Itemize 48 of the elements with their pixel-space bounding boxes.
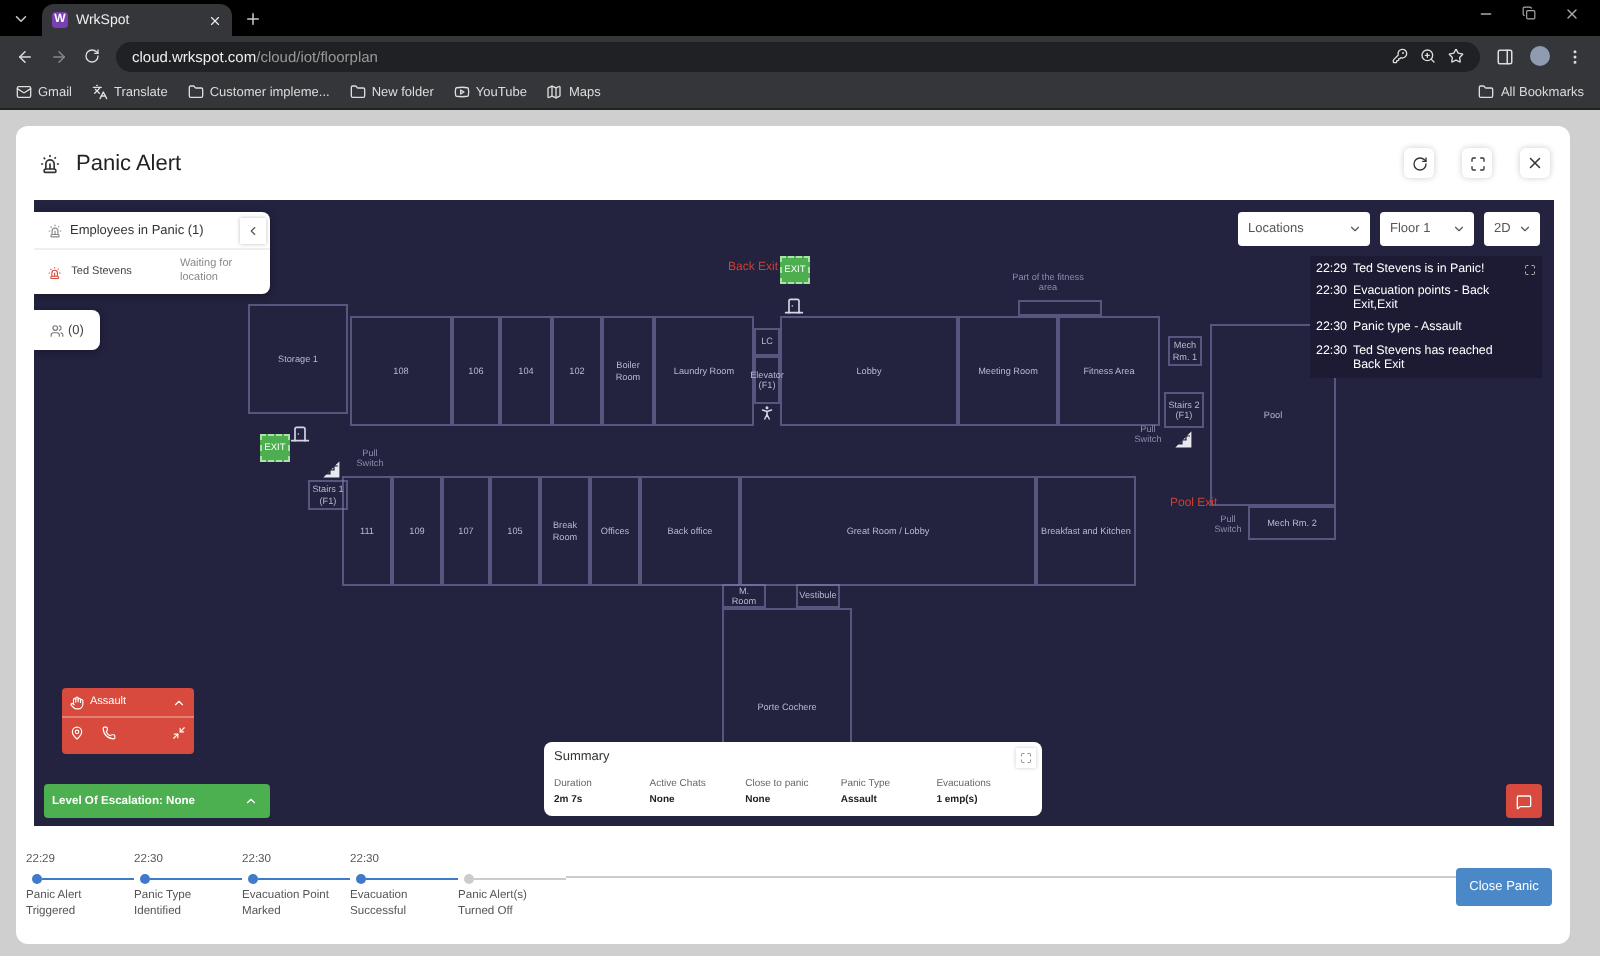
person-icon: [758, 404, 776, 422]
fullscreen-button[interactable]: [1462, 148, 1492, 178]
hand-icon: [70, 695, 84, 709]
stairs-icon: [1174, 430, 1192, 448]
people-icon: [50, 323, 65, 337]
reload-icon[interactable]: [84, 48, 100, 64]
folder-icon: [1478, 84, 1495, 100]
mail-icon: [16, 84, 32, 100]
fullscreen-icon: [1469, 155, 1485, 171]
chat-button[interactable]: [1506, 784, 1542, 818]
video-icon: [453, 84, 470, 100]
chevron-left-icon: [246, 223, 260, 237]
profile-avatar[interactable]: [1530, 46, 1550, 66]
map-icon: [546, 84, 563, 100]
location-pin-icon[interactable]: [70, 726, 84, 740]
translate-icon: [91, 84, 108, 100]
close-icon: [1526, 154, 1544, 172]
chat-icon: [1516, 793, 1532, 809]
folder-icon: [187, 84, 204, 100]
key-icon[interactable]: [1392, 48, 1408, 64]
dialog-title: Panic Alert: [76, 151, 184, 175]
back-icon[interactable]: [16, 47, 34, 65]
phone-icon[interactable]: [102, 726, 116, 740]
new-tab-icon[interactable]: [244, 9, 262, 27]
close-window-icon[interactable]: [1564, 6, 1580, 22]
floorplan-room-outline: [1018, 300, 1102, 316]
door-icon: [290, 424, 310, 444]
chevron-up-icon: [244, 794, 258, 808]
refresh-button[interactable]: [1404, 148, 1434, 178]
chevron-down-icon: [1452, 222, 1466, 236]
bookmark-star-icon[interactable]: [1448, 48, 1464, 64]
forward-icon[interactable]: [50, 47, 68, 65]
siren-icon: [48, 223, 62, 237]
collapse-icon[interactable]: [172, 726, 186, 740]
siren-icon: [48, 265, 62, 280]
zoom-icon[interactable]: [1420, 48, 1436, 64]
close-button[interactable]: [1520, 148, 1550, 178]
close-tab-icon[interactable]: [208, 13, 222, 27]
chevron-down-icon: [1518, 222, 1532, 236]
stairs-icon: [322, 460, 340, 478]
siren-icon: [40, 153, 60, 173]
chevron-down-icon: [1348, 222, 1362, 236]
door-icon: [784, 296, 804, 316]
refresh-icon: [1411, 155, 1427, 171]
folder-icon: [349, 84, 366, 100]
restore-icon[interactable]: [1522, 6, 1536, 20]
side-panel-icon[interactable]: [1496, 47, 1514, 65]
collapse-icon[interactable]: [172, 695, 186, 709]
